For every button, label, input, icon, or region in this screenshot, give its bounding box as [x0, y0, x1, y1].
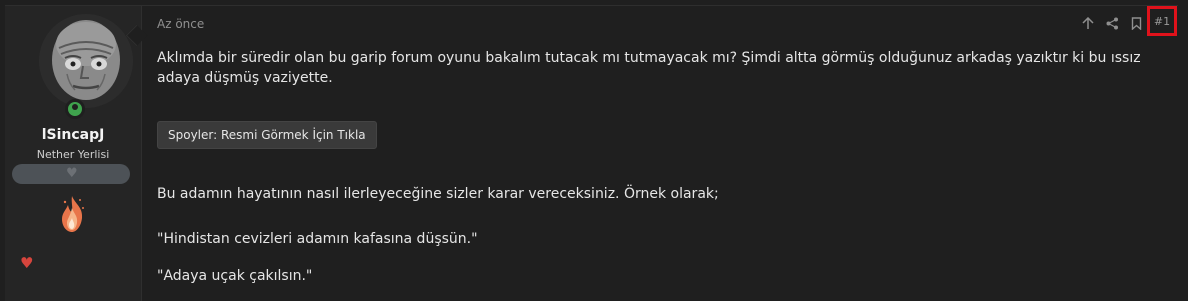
- flame-badge-icon: [56, 194, 88, 234]
- user-title: Nether Yerlisi: [36, 148, 110, 161]
- user-info-column: lSincapJ Nether Yerlisi ♥ ♥: [5, 6, 142, 301]
- forum-post: lSincapJ Nether Yerlisi ♥ ♥ Az önce #1 A…: [0, 0, 1188, 301]
- spoiler-button[interactable]: Spoyler: Resmi Görmek İçin Tıkla: [157, 121, 377, 149]
- username[interactable]: lSincapJ: [5, 127, 141, 143]
- bookmark-icon[interactable]: [1128, 15, 1144, 31]
- post-actions: [1080, 13, 1152, 33]
- post-number-link[interactable]: #1: [1147, 6, 1177, 36]
- post-paragraph-explanation: Bu adamın hayatının nasıl ilerleyeceğine…: [157, 186, 719, 202]
- post-divider: [5, 5, 1178, 6]
- user-avatar[interactable]: [39, 14, 133, 108]
- arrow-up-icon[interactable]: [1080, 15, 1096, 31]
- user-banner: ♥: [12, 164, 130, 184]
- heart-icon: ♥: [66, 166, 78, 181]
- post-time[interactable]: Az önce: [157, 17, 204, 31]
- share-icon[interactable]: [1104, 15, 1120, 31]
- post-paragraph-example-1: "Hindistan cevizleri adamın kafasına düş…: [157, 231, 478, 247]
- online-status-icon: [65, 99, 85, 119]
- post-paragraph-example-2: "Adaya uçak çakılsın.": [157, 268, 313, 284]
- post-paragraph-intro: Aklımda bir süredir olan bu garip forum …: [157, 50, 1141, 86]
- reaction-heart-icon[interactable]: ♥: [20, 255, 33, 271]
- avatar-image: [39, 14, 133, 108]
